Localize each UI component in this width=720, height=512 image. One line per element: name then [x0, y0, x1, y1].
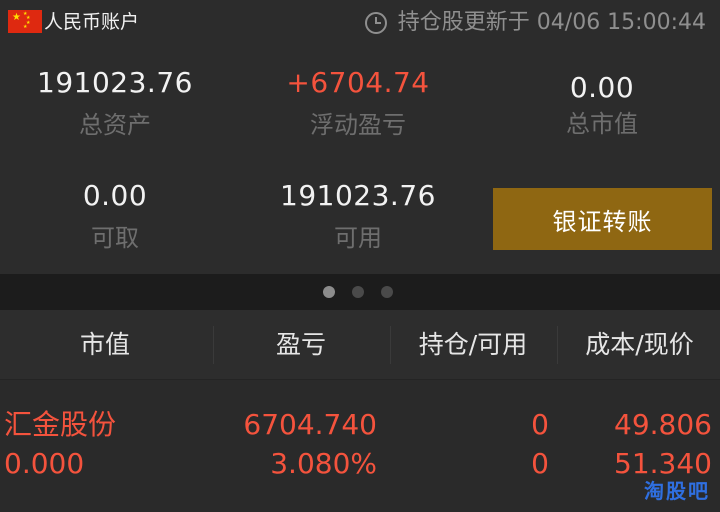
col-cost-price[interactable]: 成本/现价	[559, 310, 720, 380]
column-divider	[557, 326, 558, 364]
column-divider	[213, 326, 214, 364]
stock-pl: 6704.740	[243, 408, 377, 441]
market-value-value: 0.00	[569, 71, 635, 104]
available-label: 可用	[334, 224, 382, 252]
available: 191023.76 可用	[243, 179, 473, 253]
account-header: ★ ★ ★ ★ ★ 人民币账户 持仓股更新于 04/06 15:00:44	[0, 0, 720, 46]
clock-icon	[364, 12, 387, 34]
available-value: 191023.76	[280, 179, 436, 212]
watermark-logo: 淘股吧	[644, 479, 710, 503]
china-flag-icon: ★ ★ ★ ★ ★	[8, 10, 42, 33]
col-profit-loss[interactable]: 盈亏	[215, 310, 387, 380]
total-assets-label: 总资产	[79, 111, 151, 139]
total-assets: 191023.76 总资产	[0, 66, 230, 140]
floating-pl-label: 浮动盈亏	[310, 111, 406, 139]
bank-transfer-button[interactable]: 银证转账	[493, 188, 712, 250]
holdings-table-header: 市值 盈亏 持仓/可用 成本/现价	[0, 310, 720, 380]
account-label[interactable]: 人民币账户	[44, 10, 139, 34]
withdrawable-label: 可取	[91, 224, 139, 252]
col-position-available[interactable]: 持仓/可用	[392, 310, 554, 380]
stock-position: 0	[531, 408, 549, 441]
market-value-label: 总市值	[566, 110, 638, 138]
page-dot-2[interactable]	[352, 286, 364, 298]
stock-name: 汇金股份	[4, 408, 117, 441]
update-time-text: 持仓股更新于 04/06 15:00:44	[397, 10, 706, 35]
stock-available: 0	[531, 447, 549, 480]
stock-pl-percent: 3.080%	[270, 447, 377, 480]
withdrawable: 0.00 可取	[0, 179, 230, 253]
floating-pl: +6704.74 浮动盈亏	[243, 66, 473, 140]
floating-pl-value: +6704.74	[286, 66, 430, 99]
page-dot-3[interactable]	[381, 286, 393, 298]
market-value: 0.00 总市值	[487, 71, 717, 139]
update-time: 持仓股更新于 04/06 15:00:44	[364, 9, 706, 37]
col-market-value[interactable]: 市值	[0, 310, 210, 380]
holdings-list: 汇金股份 0.000 6704.740 3.080% 0 0 49.806 51…	[0, 380, 720, 512]
stock-market-value: 0.000	[4, 447, 85, 480]
withdrawable-value: 0.00	[82, 179, 148, 212]
page-indicator[interactable]	[0, 274, 720, 310]
page-dot-1[interactable]	[323, 286, 335, 298]
column-divider	[390, 326, 391, 364]
total-assets-value: 191023.76	[37, 66, 193, 99]
stock-cost: 49.806	[614, 408, 712, 441]
